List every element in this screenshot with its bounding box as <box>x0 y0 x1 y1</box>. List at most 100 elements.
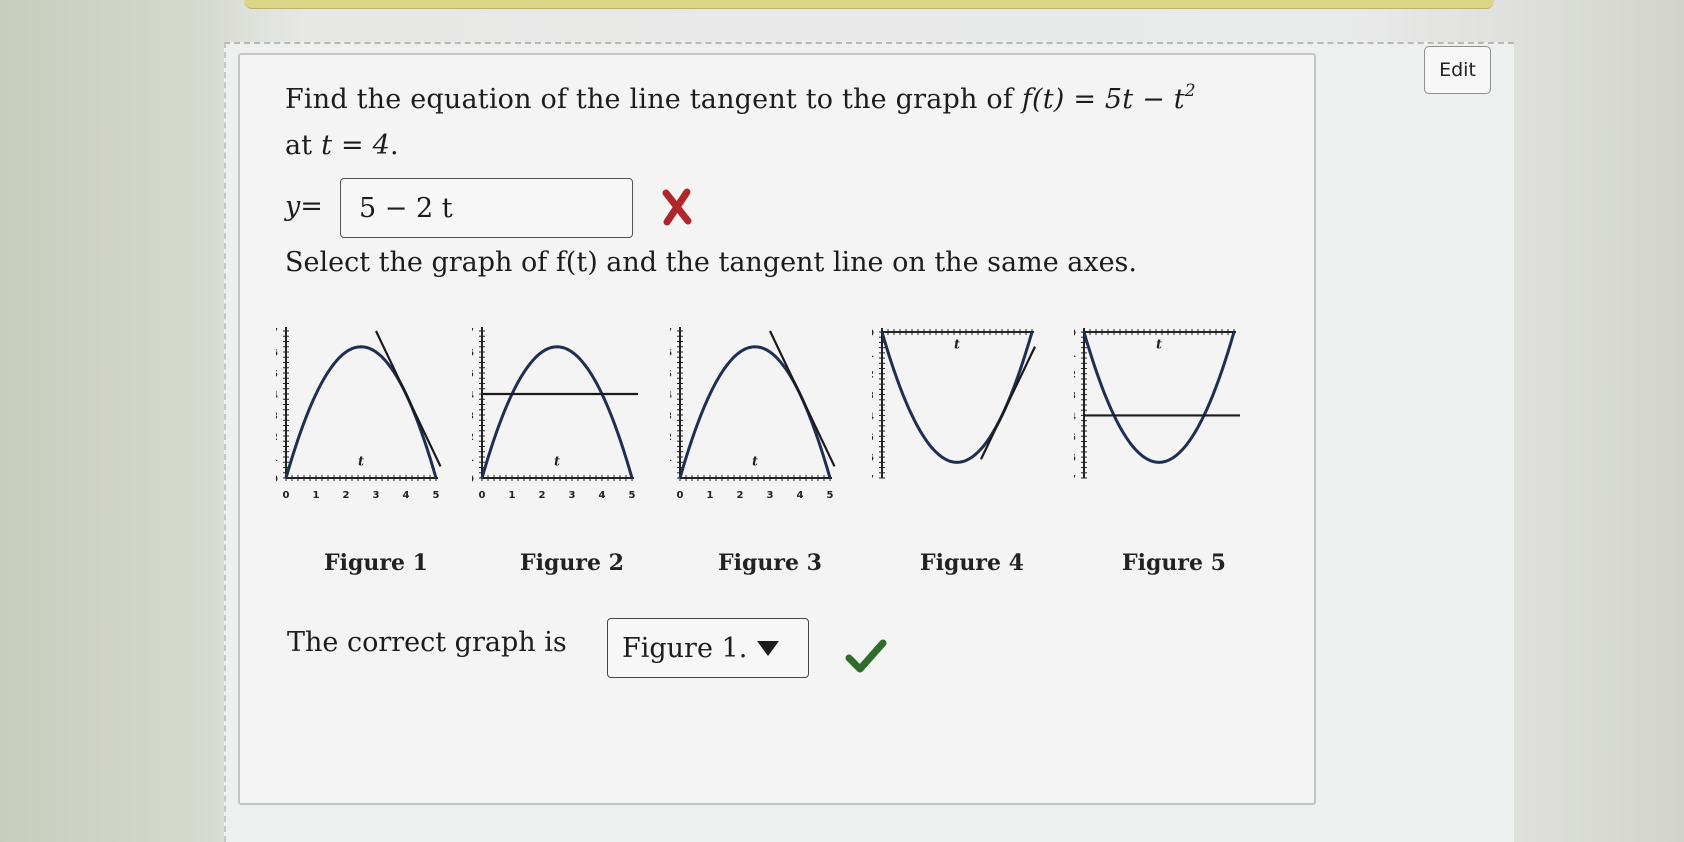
y-tick-label: 2 <box>276 432 278 443</box>
axis-label-t: t <box>752 454 758 469</box>
correct-check-icon <box>845 639 887 673</box>
x-tick-label: 3 <box>969 326 976 327</box>
x-tick-label: 4 <box>403 490 410 501</box>
question-text: Find the equation of the line tangent to… <box>285 84 1022 115</box>
x-tick-label: 2 <box>539 490 546 501</box>
tangent-line <box>375 330 442 467</box>
figure-2[interactable]: 0 1 2 3 4 5 0 1 2 3 4 5 6 7 t Figure 2 <box>472 326 672 586</box>
y-tick-label: -4 <box>872 411 874 422</box>
x-tick-label: 4 <box>999 326 1006 327</box>
x-tick-label: 5 <box>827 490 834 501</box>
y-tick-label: -1 <box>1074 349 1076 360</box>
answer-label: y= <box>285 191 323 222</box>
x-tick-label: 1 <box>707 490 714 501</box>
figure-3-graph: 0 1 2 3 4 5 1 2 3 4 5 6 7 t <box>670 327 836 501</box>
y-tick-label: -5 <box>872 432 874 443</box>
x-tick-label: 0 <box>283 490 290 501</box>
y-tick-label: 3 <box>670 411 672 422</box>
figure-2-caption: Figure 2 <box>520 550 624 576</box>
y-tick-label: 7 <box>276 327 278 338</box>
x-tick-label: 0 <box>479 490 486 501</box>
y-tick-label: -6 <box>872 453 874 464</box>
figure-4-caption: Figure 4 <box>920 550 1024 576</box>
question-at: at <box>285 130 322 161</box>
tangent-line <box>769 330 836 467</box>
y-tick-label: 6 <box>276 348 278 359</box>
function-expression: f(t) = 5t − t <box>1021 84 1185 115</box>
x-tick-label: 1 <box>909 326 916 327</box>
axis-label-t: t <box>954 338 960 353</box>
top-banner <box>244 0 1494 9</box>
x-tick-label: 4 <box>1201 326 1208 327</box>
correct-graph-label: The correct graph is <box>287 627 567 658</box>
y-tick-label: -4 <box>1074 411 1076 422</box>
y-tick-label: 1 <box>276 453 278 464</box>
y-tick-label: -5 <box>1074 432 1076 443</box>
figure-gallery: 0 1 2 3 4 5 0 1 2 3 4 5 6 7 t Figure 1 0 1 2 3 4 5 0 1 2 3 4 5 6 7 t… <box>276 326 1286 586</box>
x-tick-label: 1 <box>313 490 320 501</box>
y-tick-label: 1 <box>472 453 474 464</box>
x-tick-label: 0 <box>1081 326 1088 327</box>
x-tick-label: 4 <box>797 490 804 501</box>
x-tick-label: 1 <box>1111 326 1118 327</box>
y-tick-label: 4 <box>276 390 278 401</box>
y-tick-label: 3 <box>276 411 278 422</box>
y-tick-label: 5 <box>670 369 672 380</box>
tangent-line <box>980 346 1036 460</box>
y-tick-label: 4 <box>472 390 474 401</box>
x-tick-label: 2 <box>1141 326 1148 327</box>
x-tick-label: 2 <box>939 326 946 327</box>
figure-1-graph: 0 1 2 3 4 5 0 1 2 3 4 5 6 7 t <box>276 327 442 501</box>
correct-graph-dropdown[interactable]: Figure 1. <box>607 618 809 678</box>
figure-3-caption: Figure 3 <box>718 550 822 576</box>
axis-label-t: t <box>1156 338 1162 353</box>
y-tick-label: 5 <box>472 369 474 380</box>
chevron-down-icon <box>757 640 780 656</box>
y-tick-label: 2 <box>670 432 672 443</box>
y-tick-label: -1 <box>872 349 874 360</box>
x-tick-label: 1 <box>509 490 516 501</box>
y-tick-label: 5 <box>276 369 278 380</box>
figure-5-caption: Figure 5 <box>1122 550 1226 576</box>
figure-5[interactable]: 0 1 2 3 4 5 0 -1 -2 -3 -4 -5 -6 -7 t Figure 5 <box>1074 326 1274 586</box>
figure-5-graph: 0 1 2 3 4 5 0 -1 -2 -3 -4 -5 -6 -7 t <box>1074 326 1240 485</box>
y-tick-label: 0 <box>1074 328 1076 339</box>
edit-button[interactable]: Edit <box>1424 46 1491 94</box>
y-tick-label: 3 <box>472 411 474 422</box>
question-prompt: Find the equation of the line tangent to… <box>285 70 1285 169</box>
x-tick-label: 5 <box>1029 326 1036 327</box>
y-tick-label: -6 <box>1074 453 1076 464</box>
x-tick-label: 4 <box>599 490 606 501</box>
x-tick-label: 0 <box>879 326 886 327</box>
y-tick-label: 7 <box>670 327 672 338</box>
y-tick-label: -2 <box>872 370 874 381</box>
figure-4-graph: 0 1 2 3 4 5 0 -1 -2 -3 -4 -5 -6 -7 t <box>872 326 1036 485</box>
x-tick-label: 3 <box>767 490 774 501</box>
y-tick-label: -7 <box>1074 474 1076 485</box>
y-tick-label: 7 <box>472 327 474 338</box>
x-tick-label: 2 <box>343 490 350 501</box>
x-tick-label: 5 <box>1231 326 1238 327</box>
question-period: . <box>389 130 399 161</box>
figure-4[interactable]: 0 1 2 3 4 5 0 -1 -2 -3 -4 -5 -6 -7 t Figure 4 <box>872 326 1072 586</box>
figure-2-graph: 0 1 2 3 4 5 0 1 2 3 4 5 6 7 t <box>472 327 638 501</box>
y-tick-label: -7 <box>872 474 874 485</box>
y-tick-label: 0 <box>472 474 474 485</box>
figure-1[interactable]: 0 1 2 3 4 5 0 1 2 3 4 5 6 7 t Figure 1 <box>276 326 476 586</box>
tangent-equation-input[interactable] <box>340 178 633 238</box>
y-tick-label: 1 <box>670 453 672 464</box>
y-tick-label: 6 <box>670 348 672 359</box>
x-tick-label: 5 <box>433 490 440 501</box>
function-exponent: 2 <box>1184 81 1196 101</box>
x-tick-label: 3 <box>1171 326 1178 327</box>
axis-label-t: t <box>358 454 364 469</box>
y-tick-label: 0 <box>872 328 874 339</box>
incorrect-x-icon <box>662 188 692 226</box>
figure-3[interactable]: 0 1 2 3 4 5 1 2 3 4 5 6 7 t Figure 3 <box>670 326 870 586</box>
tangent-point: t = 4 <box>321 130 390 161</box>
y-tick-label: 4 <box>670 390 672 401</box>
x-tick-label: 3 <box>373 490 380 501</box>
dropdown-selected-value: Figure 1. <box>622 632 748 664</box>
y-tick-label: -3 <box>1074 391 1076 402</box>
x-tick-label: 5 <box>629 490 636 501</box>
